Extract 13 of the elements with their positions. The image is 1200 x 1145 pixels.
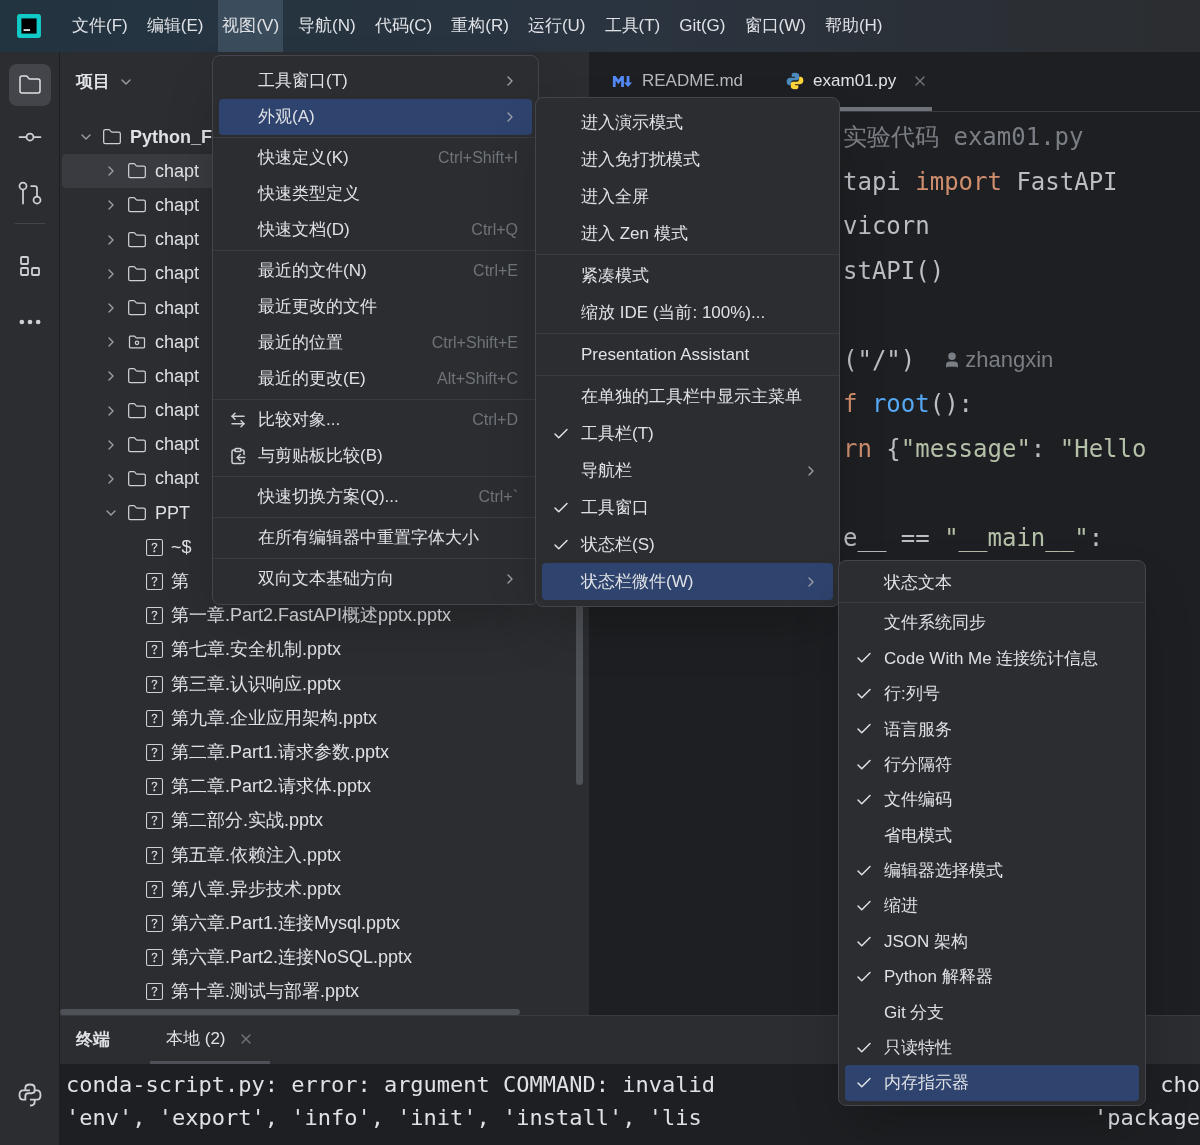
code-line: e__ == "__main__": bbox=[843, 522, 1104, 554]
code-line: rn {"message": "Hello bbox=[843, 433, 1147, 465]
terminal-line: 'env', 'export', 'info', 'init', 'install', 'lis bbox=[66, 1104, 702, 1132]
code-line: tapi import FastAPI bbox=[843, 166, 1118, 198]
terminal-line: conda-script.py: error: argument COMMAND: invalid bbox=[66, 1071, 715, 1099]
terminal-line: cho bbox=[1160, 1071, 1200, 1099]
terminal-title: 终端 bbox=[76, 1029, 110, 1052]
code-line: stAPI() bbox=[843, 255, 945, 287]
code-line: 实验代码 exam01.py bbox=[843, 122, 1084, 154]
code-line: ("/") bbox=[843, 344, 916, 376]
terminal-line: 'package bbox=[1094, 1104, 1200, 1132]
code-line: vicorn bbox=[843, 211, 930, 243]
code-line: f root(): bbox=[843, 389, 974, 421]
